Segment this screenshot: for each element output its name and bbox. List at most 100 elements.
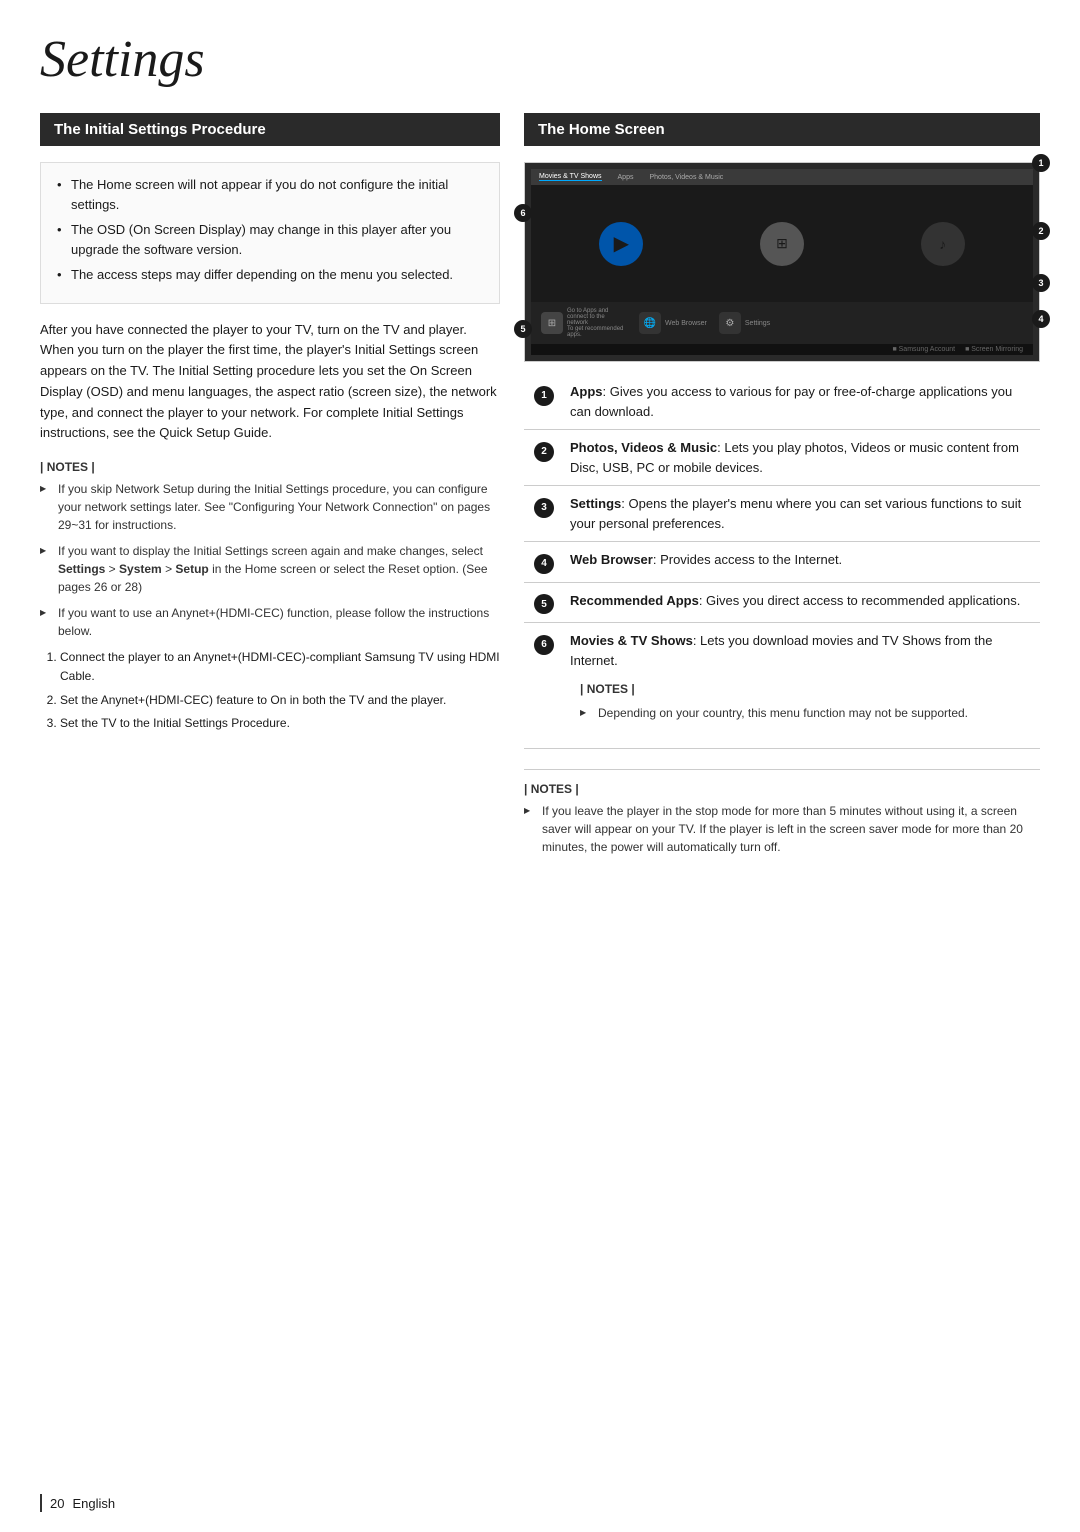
apps-icon: ⊞ bbox=[760, 222, 804, 266]
feature-row-2: 2 Photos, Videos & Music: Lets you play … bbox=[524, 430, 1040, 486]
bottom-note-1: If you leave the player in the stop mode… bbox=[524, 802, 1040, 856]
note-item-2: If you want to display the Initial Setti… bbox=[40, 542, 500, 596]
num-badge-1: 1 bbox=[534, 386, 554, 406]
feature-num-6: 6 bbox=[524, 623, 564, 749]
browser-small-icon: 🌐 bbox=[639, 312, 661, 334]
bottom-icons-row: ⊞ Go to Apps and connect to the networkT… bbox=[531, 302, 1033, 344]
callout-marker-4: 4 bbox=[1032, 310, 1050, 328]
nav-bar: Movies & TV Shows Apps Photos, Videos & … bbox=[531, 169, 1033, 185]
ordered-substeps: Connect the player to an Anynet+(HDMI-CE… bbox=[40, 648, 500, 733]
num-badge-5: 5 bbox=[534, 594, 554, 614]
note-item-3: If you want to use an Anynet+(HDMI-CEC) … bbox=[40, 604, 500, 640]
feature-desc-3: Settings: Opens the player's menu where … bbox=[564, 486, 1040, 542]
home-screen-screenshot: Movies & TV Shows Apps Photos, Videos & … bbox=[524, 162, 1040, 362]
left-section-header: The Initial Settings Procedure bbox=[40, 113, 500, 146]
feature-text-3: : Opens the player's menu where you can … bbox=[570, 496, 1021, 531]
play-icon: ▶ bbox=[599, 222, 643, 266]
samsung-account: ■ Samsung Account bbox=[892, 346, 955, 353]
notes-label: | NOTES | bbox=[40, 460, 500, 474]
num-badge-4: 4 bbox=[534, 554, 554, 574]
substep-2: Set the Anynet+(HDMI-CEC) feature to On … bbox=[60, 691, 500, 710]
settings-small-label: Settings bbox=[745, 320, 770, 327]
feature-bold-2: Photos, Videos & Music bbox=[570, 440, 717, 455]
bullet-item: The access steps may differ depending on… bbox=[57, 265, 483, 285]
browser-small-box: 🌐 Web Browser bbox=[639, 312, 707, 334]
settings-small-box: ⚙ Settings bbox=[719, 312, 770, 334]
callout-marker-6: 6 bbox=[514, 204, 532, 222]
apps-small-label: Go to Apps and connect to the networkTo … bbox=[567, 308, 627, 338]
right-note-1: Depending on your country, this menu fun… bbox=[580, 704, 1020, 722]
feature-num-1: 1 bbox=[524, 374, 564, 430]
feature-row-4: 4 Web Browser: Provides access to the In… bbox=[524, 542, 1040, 583]
icon-grid: ▶ ⊞ ♪ bbox=[531, 185, 1033, 302]
settings-small-icon: ⚙ bbox=[719, 312, 741, 334]
num-badge-3: 3 bbox=[534, 498, 554, 518]
callout-marker-5: 5 bbox=[514, 320, 532, 338]
status-bar: ■ Samsung Account ■ Screen Mirroring bbox=[531, 344, 1033, 355]
nav-photos: Photos, Videos & Music bbox=[649, 174, 723, 181]
feature-bold-6-text: Movies & TV Shows: Lets you download mov… bbox=[570, 631, 1030, 670]
two-col-layout: The Initial Settings Procedure The Home … bbox=[40, 113, 1040, 864]
page-title: Settings bbox=[40, 30, 1040, 89]
feature-text-4: : Provides access to the Internet. bbox=[653, 552, 842, 567]
feature-num-4: 4 bbox=[524, 542, 564, 583]
play-icon-box: ▶ bbox=[599, 222, 643, 266]
right-column: The Home Screen Movies & TV Shows Apps P… bbox=[524, 113, 1040, 864]
feature-num-3: 3 bbox=[524, 486, 564, 542]
callout-marker-3: 3 bbox=[1032, 274, 1050, 292]
feature-row-3: 3 Settings: Opens the player's menu wher… bbox=[524, 486, 1040, 542]
feature-table: 1 Apps: Gives you access to various for … bbox=[524, 374, 1040, 749]
footer-line bbox=[40, 1494, 42, 1512]
num-badge-6: 6 bbox=[534, 635, 554, 655]
feature-text-5: : Gives you direct access to recommended… bbox=[699, 593, 1021, 608]
feature-row-6: 6 Movies & TV Shows: Lets you download m… bbox=[524, 623, 1040, 749]
feature-row-1: 1 Apps: Gives you access to various for … bbox=[524, 374, 1040, 430]
feature-bold-5: Recommended Apps bbox=[570, 593, 699, 608]
callout-marker-2: 2 bbox=[1032, 222, 1050, 240]
apps-small-box: ⊞ Go to Apps and connect to the networkT… bbox=[541, 308, 627, 338]
music-icon-box: ♪ bbox=[921, 222, 965, 266]
feature-desc-1: Apps: Gives you access to various for pa… bbox=[564, 374, 1040, 430]
bottom-notes-label: | NOTES | bbox=[524, 782, 1040, 796]
feature-bold-6: Movies & TV Shows bbox=[570, 633, 693, 648]
note-item-1: If you skip Network Setup during the Ini… bbox=[40, 480, 500, 534]
substep-3: Set the TV to the Initial Settings Proce… bbox=[60, 714, 500, 733]
feature-text-1: : Gives you access to various for pay or… bbox=[570, 384, 1012, 419]
music-icon: ♪ bbox=[921, 222, 965, 266]
notes-block: | NOTES | If you skip Network Setup duri… bbox=[40, 460, 500, 733]
feature-bold-3: Settings bbox=[570, 496, 621, 511]
bullet-item: The Home screen will not appear if you d… bbox=[57, 175, 483, 214]
initial-settings-bullets: The Home screen will not appear if you d… bbox=[40, 162, 500, 304]
apps-small-icon: ⊞ bbox=[541, 312, 563, 334]
screen-mirroring: ■ Screen Mirroring bbox=[965, 346, 1023, 353]
bullet-item: The OSD (On Screen Display) may change i… bbox=[57, 220, 483, 259]
feature-desc-6: Movies & TV Shows: Lets you download mov… bbox=[564, 623, 1040, 749]
apps-icon-box: ⊞ bbox=[760, 222, 804, 266]
page-container: Settings The Initial Settings Procedure … bbox=[0, 0, 1080, 924]
feature-bold-4: Web Browser bbox=[570, 552, 653, 567]
feature-desc-4: Web Browser: Provides access to the Inte… bbox=[564, 542, 1040, 583]
feature-desc-5: Recommended Apps: Gives you direct acces… bbox=[564, 582, 1040, 623]
left-column: The Initial Settings Procedure The Home … bbox=[40, 113, 500, 749]
num-badge-2: 2 bbox=[534, 442, 554, 462]
home-screen-inner: Movies & TV Shows Apps Photos, Videos & … bbox=[531, 169, 1033, 355]
body-paragraph: After you have connected the player to y… bbox=[40, 320, 500, 445]
nav-apps: Apps bbox=[618, 174, 634, 181]
feature-num-2: 2 bbox=[524, 430, 564, 486]
substep-1: Connect the player to an Anynet+(HDMI-CE… bbox=[60, 648, 500, 686]
home-screen-image: Movies & TV Shows Apps Photos, Videos & … bbox=[524, 162, 1040, 362]
feature-bold-1: Apps bbox=[570, 384, 603, 399]
feature-desc-2: Photos, Videos & Music: Lets you play ph… bbox=[564, 430, 1040, 486]
nav-movies: Movies & TV Shows bbox=[539, 173, 602, 181]
right-notes-block: | NOTES | Depending on your country, thi… bbox=[570, 670, 1030, 740]
callout-marker-1: 1 bbox=[1032, 154, 1050, 172]
feature-num-5: 5 bbox=[524, 582, 564, 623]
right-section-header: The Home Screen bbox=[524, 113, 1040, 146]
footer-page-number: 20 bbox=[50, 1496, 64, 1511]
browser-small-label: Web Browser bbox=[665, 320, 707, 327]
right-notes-label: | NOTES | bbox=[580, 680, 1020, 698]
footer-language: English bbox=[72, 1496, 115, 1511]
bottom-notes-block: | NOTES | If you leave the player in the… bbox=[524, 769, 1040, 856]
page-footer: 20 English bbox=[40, 1494, 115, 1512]
feature-row-5: 5 Recommended Apps: Gives you direct acc… bbox=[524, 582, 1040, 623]
